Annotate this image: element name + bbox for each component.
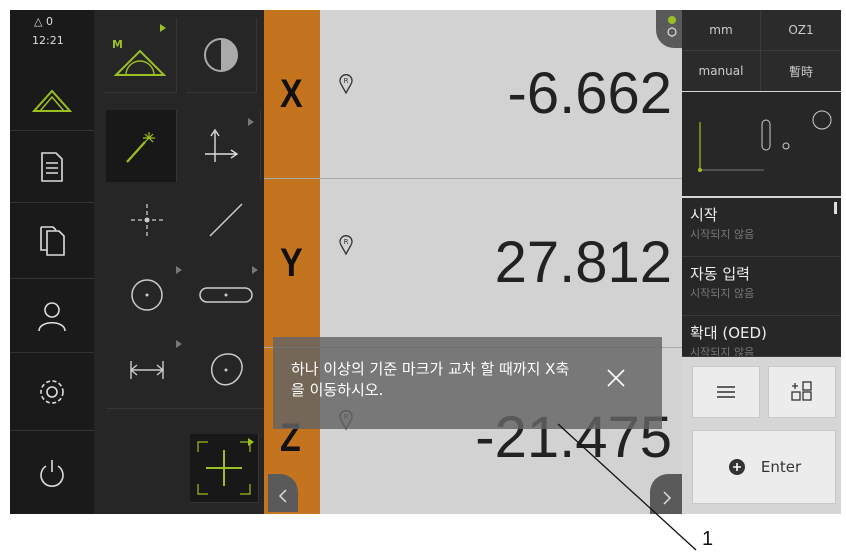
callout-number: 1 (702, 528, 714, 550)
callout-leader (557, 423, 697, 551)
